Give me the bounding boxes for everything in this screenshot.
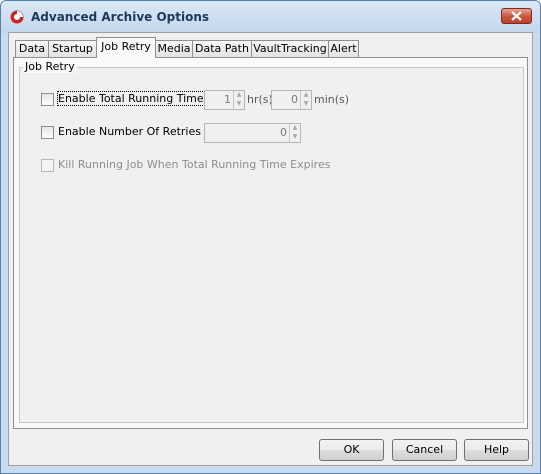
total-running-time-label[interactable]: Enable Total Running Time	[57, 91, 205, 106]
kill-running-job-checkbox[interactable]	[41, 159, 54, 172]
dialog-window: Advanced Archive Options Data Startup Jo…	[0, 0, 541, 474]
minutes-spinner[interactable]: 0 ▲ ▼	[271, 90, 312, 110]
close-button[interactable]	[501, 8, 532, 24]
group-label: Job Retry	[23, 60, 77, 73]
total-running-time-checkbox[interactable]	[41, 93, 54, 106]
spin-down-icon[interactable]: ▼	[291, 133, 299, 141]
number-of-retries-checkbox[interactable]	[41, 126, 54, 139]
hours-spinner[interactable]: 1 ▲ ▼	[204, 90, 245, 110]
app-logo-icon	[10, 10, 24, 24]
dialog-client-area: Data Startup Job Retry Media Data Path V…	[8, 32, 533, 466]
tab-data-path[interactable]: Data Path	[192, 40, 252, 57]
job-retry-group: Job Retry Enable Total Running Time 1 ▲ …	[19, 60, 524, 423]
retries-spinner[interactable]: 0 ▲ ▼	[204, 123, 301, 143]
ok-button[interactable]: OK	[319, 439, 384, 461]
close-icon	[511, 11, 522, 21]
spin-down-icon[interactable]: ▼	[235, 100, 243, 108]
tab-data[interactable]: Data	[15, 40, 49, 57]
minutes-value: 0	[291, 93, 298, 106]
minutes-unit: min(s)	[314, 93, 350, 106]
tab-vault-tracking[interactable]: VaultTracking	[251, 40, 329, 57]
kill-running-job-label: Kill Running Job When Total Running Time…	[58, 158, 331, 171]
spin-up-icon[interactable]: ▲	[235, 91, 243, 99]
title-bar[interactable]: Advanced Archive Options	[1, 1, 540, 33]
hours-unit: hr(s)	[247, 93, 273, 106]
window-title: Advanced Archive Options	[31, 10, 210, 24]
hours-value: 1	[224, 93, 231, 106]
tab-panel-job-retry: Job Retry Enable Total Running Time 1 ▲ …	[13, 57, 528, 429]
tab-media[interactable]: Media	[155, 40, 193, 57]
retries-value: 0	[280, 126, 287, 139]
cancel-button[interactable]: Cancel	[392, 439, 457, 461]
spin-up-icon[interactable]: ▲	[302, 91, 310, 99]
number-of-retries-label[interactable]: Enable Number Of Retries	[58, 125, 201, 138]
spin-up-icon[interactable]: ▲	[291, 124, 299, 132]
spin-down-icon[interactable]: ▼	[302, 100, 310, 108]
tab-startup[interactable]: Startup	[48, 40, 97, 57]
tab-job-retry[interactable]: Job Retry	[96, 37, 156, 58]
help-button[interactable]: Help	[464, 439, 529, 461]
tab-alert[interactable]: Alert	[328, 40, 359, 57]
